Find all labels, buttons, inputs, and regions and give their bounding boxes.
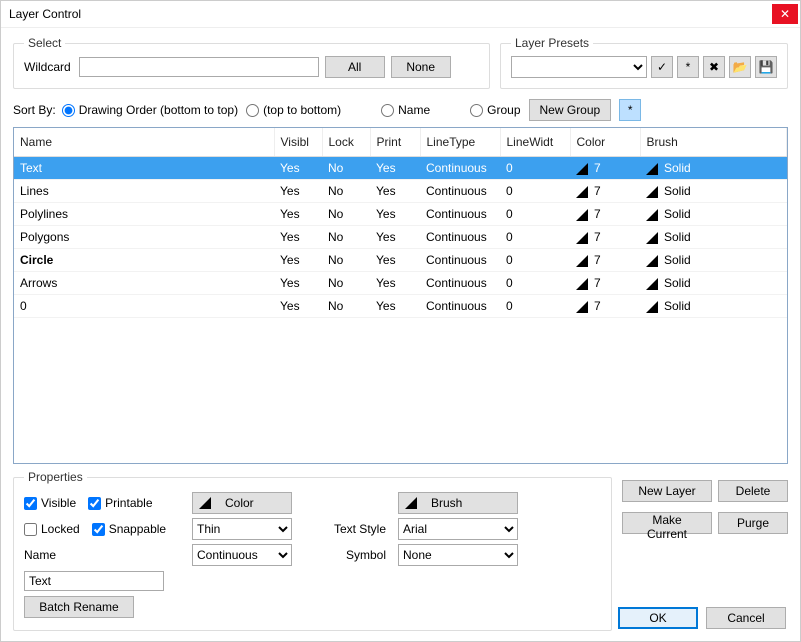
table-row[interactable]: TextYesNoYesContinuous07Solid [14,157,787,180]
new-group-button[interactable]: New Group [529,99,612,121]
brush-swatch-icon [646,232,658,244]
wildcard-input[interactable] [79,57,319,77]
check-locked[interactable]: Locked [24,522,80,536]
check-visible[interactable]: Visible [24,496,76,510]
presets-combo[interactable] [511,56,647,78]
lineweight-combo[interactable]: Thin [192,518,292,540]
preset-save-button[interactable]: 💾 [755,56,777,78]
brush-button[interactable]: Brush [398,492,518,514]
save-icon: 💾 [759,61,774,73]
check-snappable[interactable]: Snappable [92,522,166,536]
table-row[interactable]: PolygonsYesNoYesContinuous07Solid [14,226,787,249]
symbol-label: Symbol [310,548,390,562]
new-layer-button[interactable]: New Layer [622,480,712,502]
make-current-button[interactable]: Make Current [622,512,712,534]
check-icon: ✓ [657,61,667,73]
check-snappable-input[interactable] [92,523,105,536]
brush-swatch-icon [646,163,658,175]
properties-panel: Properties Visible Printable Color [13,470,612,631]
color-swatch-icon [576,232,588,244]
column-header-linetype[interactable]: LineType [420,128,500,157]
table-row[interactable]: 0YesNoYesContinuous07Solid [14,295,787,318]
table-row[interactable]: LinesYesNoYesContinuous07Solid [14,180,787,203]
column-header-visible[interactable]: Visibl [274,128,322,157]
dialog-footer: OK Cancel [618,607,786,629]
preset-open-button[interactable]: 📂 [729,56,751,78]
close-icon: ✕ [780,8,790,20]
sort-radio-group[interactable]: Group [470,103,520,117]
purge-button[interactable]: Purge [718,512,788,534]
delete-layer-button[interactable]: Delete [718,480,788,502]
batch-rename-button[interactable]: Batch Rename [24,596,134,618]
column-header-name[interactable]: Name [14,128,274,157]
table-row[interactable]: ArrowsYesNoYesContinuous07Solid [14,272,787,295]
check-printable[interactable]: Printable [88,496,152,510]
color-swatch-icon [576,278,588,290]
folder-open-icon: 📂 [733,61,748,73]
column-header-print[interactable]: Print [370,128,420,157]
symbol-combo[interactable]: None [398,544,518,566]
color-swatch-icon [576,209,588,221]
sort-radio-name[interactable]: Name [381,103,430,117]
linetype-combo[interactable]: Continuous [192,544,292,566]
brush-swatch-icon [646,278,658,290]
column-header-linewidth[interactable]: LineWidt [500,128,570,157]
window-close-button[interactable]: ✕ [772,4,798,24]
brush-swatch-icon [646,209,658,221]
layers-table-container: Name Visibl Lock Print LineType LineWidt… [13,127,788,464]
preset-apply-button[interactable]: ✓ [651,56,673,78]
asterisk-icon: * [628,104,633,116]
table-header-row[interactable]: Name Visibl Lock Print LineType LineWidt… [14,128,787,157]
ok-button[interactable]: OK [618,607,698,629]
select-none-button[interactable]: None [391,56,451,78]
table-row[interactable]: PolylinesYesNoYesContinuous07Solid [14,203,787,226]
window-title: Layer Control [9,7,772,21]
text-style-combo[interactable]: Arial [398,518,518,540]
preset-new-button[interactable]: * [677,56,699,78]
select-panel: Select Wildcard All None [13,36,490,89]
color-swatch-icon [576,301,588,313]
check-locked-input[interactable] [24,523,37,536]
brush-swatch-icon [405,497,417,509]
presets-legend: Layer Presets [511,36,593,50]
sort-radio-drawing-order-btt[interactable]: Drawing Order (bottom to top) [62,103,238,117]
sort-row: Sort By: Drawing Order (bottom to top) (… [13,99,788,121]
layer-presets-panel: Layer Presets ✓ * ✖ 📂 💾 [500,36,788,89]
layer-name-input[interactable] [24,571,164,591]
properties-legend: Properties [24,470,87,484]
select-legend: Select [24,36,65,50]
text-style-label: Text Style [310,522,390,536]
color-swatch-icon [199,497,211,509]
column-header-lock[interactable]: Lock [322,128,370,157]
cancel-button[interactable]: Cancel [706,607,786,629]
column-header-brush[interactable]: Brush [640,128,787,157]
select-all-button[interactable]: All [325,56,385,78]
layer-control-dialog: Layer Control ✕ Select Wildcard All None… [0,0,801,642]
wildcard-label: Wildcard [24,60,71,74]
sort-extra-toggle[interactable]: * [619,99,641,121]
color-swatch-icon [576,163,588,175]
check-visible-input[interactable] [24,497,37,510]
preset-delete-button[interactable]: ✖ [703,56,725,78]
color-swatch-icon [576,255,588,267]
sort-radio-ttb[interactable]: (top to bottom) [246,103,341,117]
sort-by-label: Sort By: [13,103,56,117]
brush-swatch-icon [646,186,658,198]
table-row[interactable]: CircleYesNoYesContinuous07Solid [14,249,787,272]
side-buttons: New Layer Delete Make Current Purge [622,480,788,538]
layers-table[interactable]: Name Visibl Lock Print LineType LineWidt… [14,128,787,318]
color-swatch-icon [576,186,588,198]
brush-swatch-icon [646,301,658,313]
delete-icon: ✖ [709,61,719,73]
color-button[interactable]: Color [192,492,292,514]
brush-swatch-icon [646,255,658,267]
check-printable-input[interactable] [88,497,101,510]
name-label: Name [24,548,184,562]
asterisk-icon: * [686,61,691,73]
titlebar: Layer Control ✕ [1,1,800,28]
column-header-color[interactable]: Color [570,128,640,157]
